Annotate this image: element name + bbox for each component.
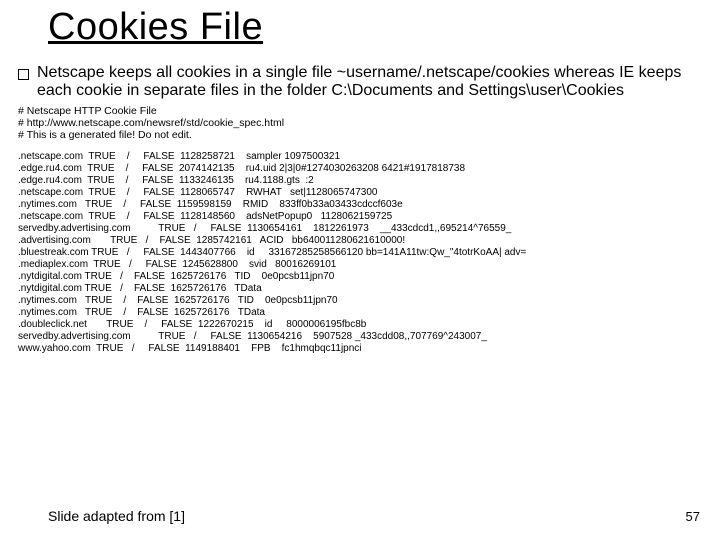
bullet-row: Netscape keeps all cookies in a single f…: [18, 64, 708, 101]
bullet-text: Netscape keeps all cookies in a single f…: [37, 64, 708, 101]
comment-block: # Netscape HTTP Cookie File # http://www…: [18, 105, 708, 141]
slide-title: Cookies File: [48, 6, 263, 49]
comment-line: # http://www.netscape.com/newsref/std/co…: [18, 117, 708, 129]
comment-line: # Netscape HTTP Cookie File: [18, 105, 708, 117]
comment-line: # This is a generated file! Do not edit.: [18, 129, 708, 141]
bullet-box-icon: [18, 69, 29, 80]
cookie-data-block: .netscape.com TRUE / FALSE 1128258721 sa…: [18, 151, 708, 355]
slide-body: Netscape keeps all cookies in a single f…: [18, 64, 708, 355]
footer-attribution: Slide adapted from [1]: [48, 508, 185, 524]
slide-number: 57: [686, 509, 700, 524]
